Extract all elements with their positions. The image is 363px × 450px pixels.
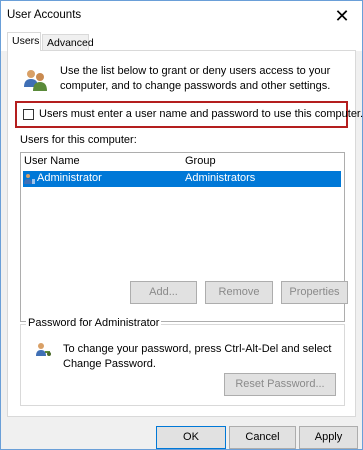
user-icon xyxy=(24,174,35,184)
require-login-checkbox[interactable] xyxy=(23,109,34,120)
password-groupbox: Password for Administrator To change you… xyxy=(20,317,345,406)
users-list-label: Users for this computer: xyxy=(20,134,137,146)
password-instructions: To change your password, press Ctrl-Alt-… xyxy=(63,343,332,370)
column-header-group[interactable]: Group xyxy=(185,153,216,170)
tab-strip: Users Advanced xyxy=(1,31,362,51)
users-group-icon xyxy=(24,70,47,91)
users-tab-panel: Use the list below to grant or deny user… xyxy=(7,50,363,417)
table-row[interactable]: Administrator Administrators xyxy=(23,171,341,187)
cancel-button[interactable]: Cancel xyxy=(229,426,296,449)
user-accounts-dialog: User Accounts ✕ Users Advanced Use the l… xyxy=(0,0,363,450)
row-group: Administrators xyxy=(185,172,256,184)
password-group-legend: Password for Administrator xyxy=(26,317,162,329)
title-bar[interactable]: User Accounts ✕ xyxy=(1,1,362,31)
ok-button[interactable]: OK xyxy=(156,426,226,449)
remove-button[interactable]: Remove xyxy=(205,281,273,304)
apply-button[interactable]: Apply xyxy=(299,426,358,449)
add-button[interactable]: Add... xyxy=(130,281,197,304)
dialog-button-bar: OK Cancel Apply xyxy=(1,418,362,449)
tab-users[interactable]: Users xyxy=(7,32,41,51)
close-button[interactable]: ✕ xyxy=(324,1,360,31)
intro-text: Use the list below to grant or deny user… xyxy=(60,65,331,92)
close-icon: ✕ xyxy=(334,5,350,26)
window-title: User Accounts xyxy=(7,9,82,21)
properties-button[interactable]: Properties xyxy=(281,281,348,304)
reset-password-button[interactable]: Reset Password... xyxy=(224,373,336,396)
column-header-user-name[interactable]: User Name xyxy=(24,153,80,170)
require-login-highlight: Users must enter a user name and passwor… xyxy=(15,101,363,128)
tab-advanced[interactable]: Advanced xyxy=(42,34,94,50)
key-user-icon xyxy=(36,343,51,356)
row-user-name: Administrator xyxy=(37,172,102,184)
require-login-label[interactable]: Users must enter a user name and passwor… xyxy=(39,108,363,120)
